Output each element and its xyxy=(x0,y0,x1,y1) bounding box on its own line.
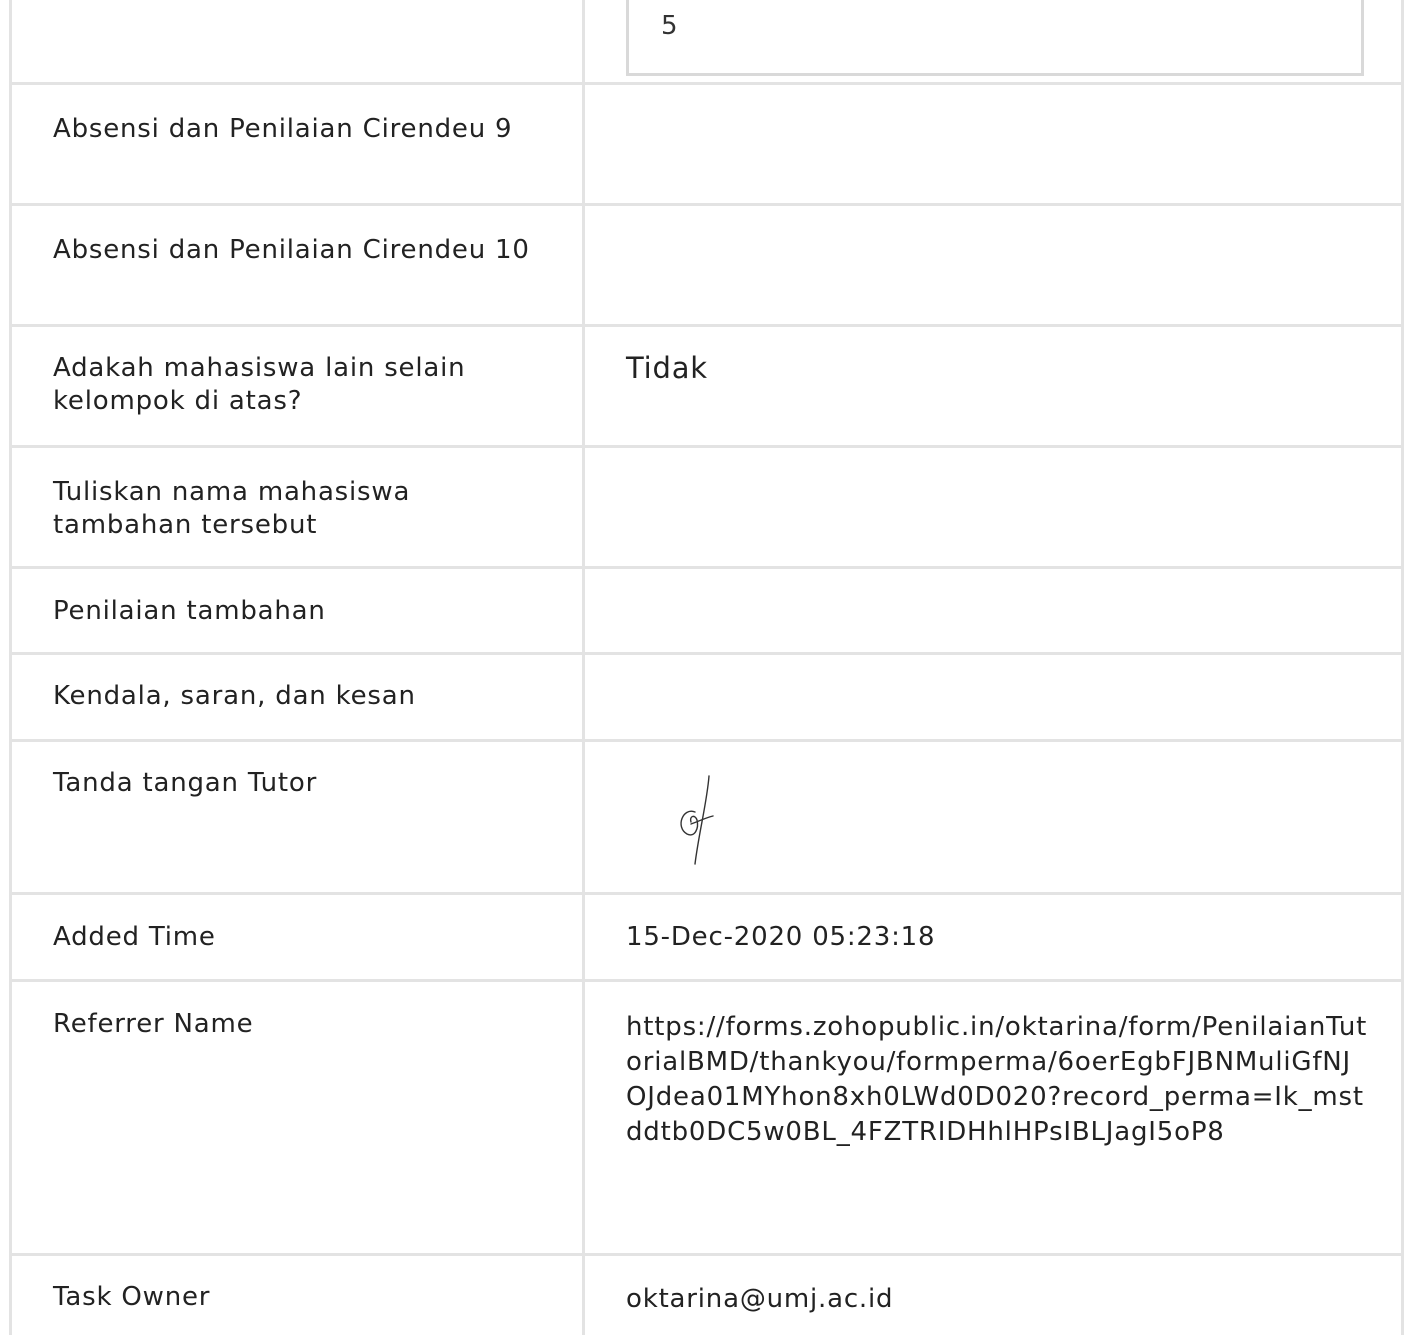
table-row: Absensi dan Penilaian Cirendeu 10 xyxy=(12,206,1401,327)
signature-cell xyxy=(585,742,1401,892)
field-value xyxy=(585,85,1401,203)
field-label: Kendala, saran, dan kesan xyxy=(12,655,585,739)
field-value-cell: 5 xyxy=(585,0,1401,82)
field-label xyxy=(12,0,585,82)
signature-image xyxy=(680,775,714,865)
field-label: Referrer Name xyxy=(12,982,585,1253)
field-label: Task Owner xyxy=(12,1256,585,1335)
field-label: Adakah mahasiswa lain selain kelompok di… xyxy=(12,327,585,445)
table-row: Kendala, saran, dan kesan xyxy=(12,655,1401,742)
table-row: 5 xyxy=(12,0,1401,85)
table-row: Adakah mahasiswa lain selain kelompok di… xyxy=(12,327,1401,448)
field-value: 15-Dec-2020 05:23:18 xyxy=(626,922,936,952)
field-label: Tuliskan nama mahasiswa tambahan tersebu… xyxy=(12,448,585,566)
field-value xyxy=(585,655,1401,739)
record-detail-table: 5 Absensi dan Penilaian Cirendeu 9 Absen… xyxy=(9,0,1404,1335)
field-value xyxy=(585,206,1401,324)
table-row: Absensi dan Penilaian Cirendeu 9 xyxy=(12,85,1401,206)
value-box: 5 xyxy=(626,0,1364,76)
table-row: Tuliskan nama mahasiswa tambahan tersebu… xyxy=(12,448,1401,569)
table-row: Tanda tangan Tutor xyxy=(12,742,1401,895)
table-row: Referrer Name https://forms.zohopublic.i… xyxy=(12,982,1401,1256)
field-value: 5 xyxy=(661,11,679,41)
table-row: Added Time 15-Dec-2020 05:23:18 xyxy=(12,895,1401,982)
field-label: Added Time xyxy=(12,895,585,979)
field-value: Tidak xyxy=(626,351,708,385)
field-value: oktarina@umj.ac.id xyxy=(626,1284,894,1314)
field-value xyxy=(585,448,1401,566)
table-row: Penilaian tambahan xyxy=(12,569,1401,655)
field-label: Tanda tangan Tutor xyxy=(12,742,585,892)
field-label: Penilaian tambahan xyxy=(12,569,585,652)
field-value xyxy=(585,569,1401,652)
referrer-link[interactable]: https://forms.zohopublic.in/oktarina/for… xyxy=(585,982,1401,1253)
field-label: Absensi dan Penilaian Cirendeu 9 xyxy=(12,85,585,203)
table-row: Task Owner oktarina@umj.ac.id xyxy=(12,1256,1401,1335)
field-label: Absensi dan Penilaian Cirendeu 10 xyxy=(12,206,585,324)
